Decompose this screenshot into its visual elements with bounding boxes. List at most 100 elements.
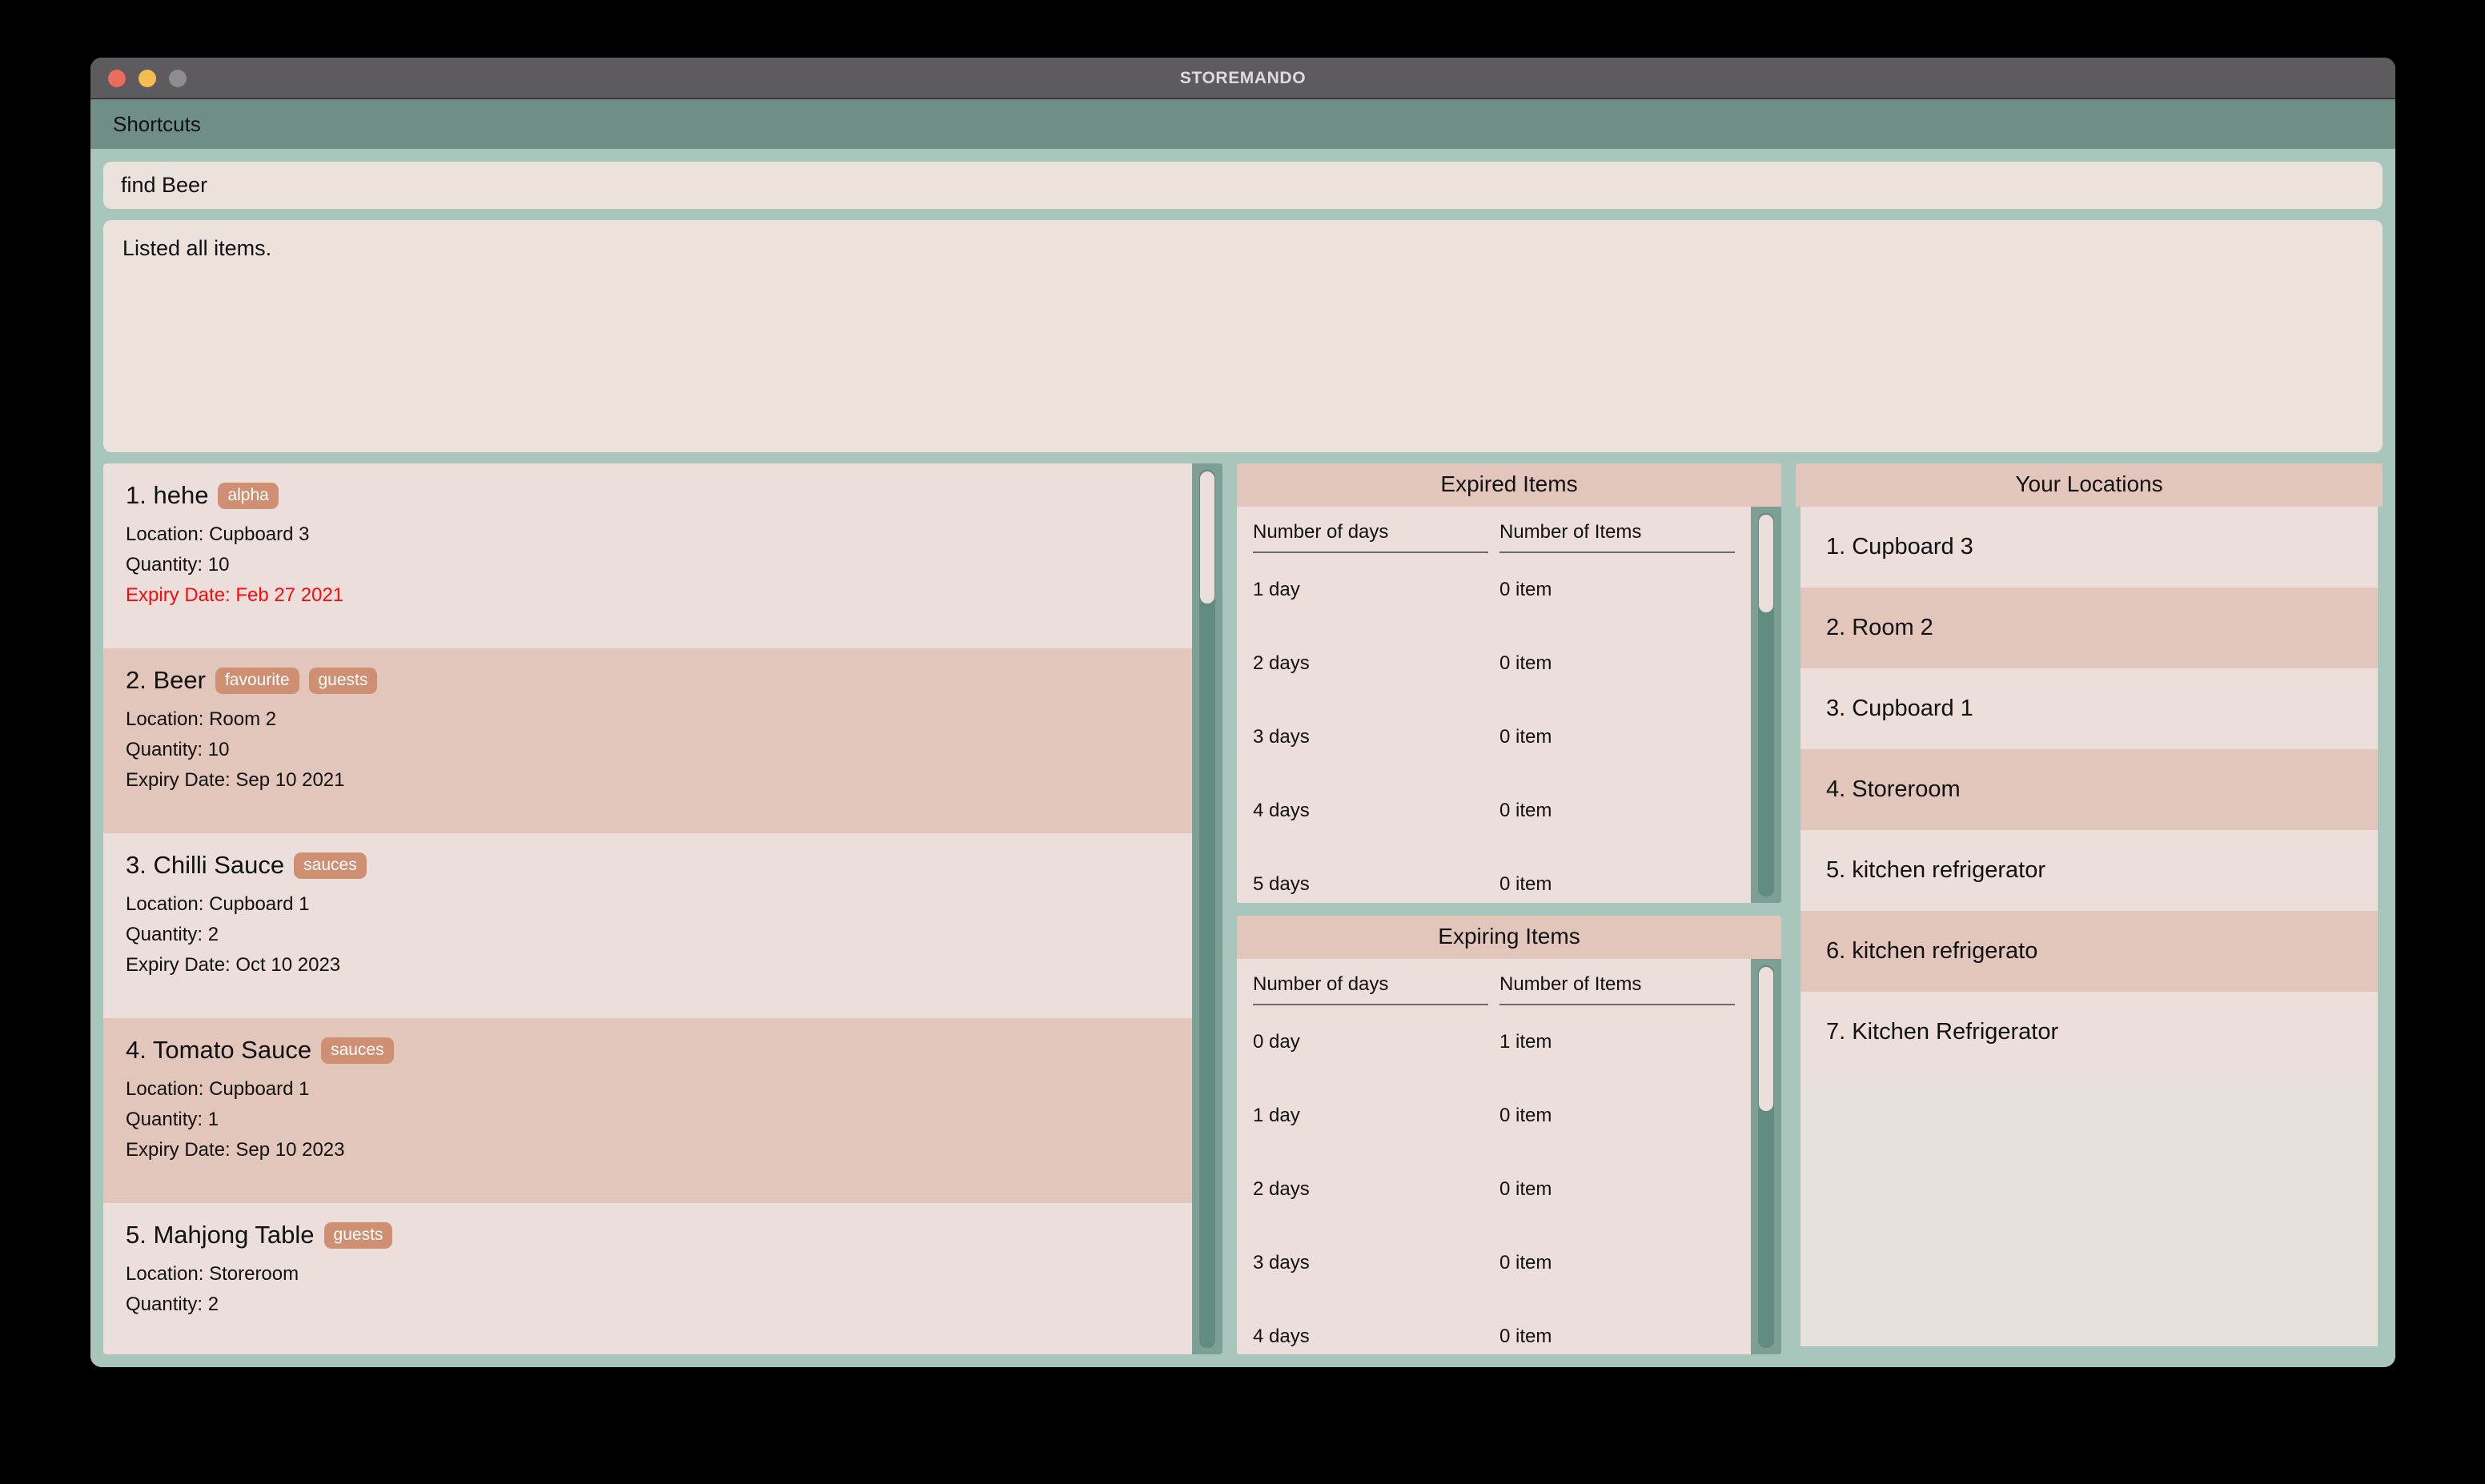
item-expiry: Expiry Date: Feb 27 2021 [126, 584, 344, 607]
scroll-track[interactable] [1199, 470, 1215, 1348]
location-row[interactable]: 5. kitchen refrigerator [1801, 830, 2378, 912]
scroll-thumb[interactable] [1759, 515, 1773, 613]
expiring-items-header-row: Number of days Number of Items [1253, 973, 1735, 1005]
panels-row: 1. hehe alpha Location: Cupboard 3 Quantity… [103, 463, 2383, 1354]
table-row: 3 days 0 item [1253, 1226, 1735, 1300]
item-card[interactable]: 3. Chilli Sauce sauces Location: Cupboard … [103, 833, 1192, 1018]
item-title-row: 3. Chilli Sauce sauces [126, 851, 1170, 880]
locations-title: Your Locations [1796, 463, 2383, 507]
item-location: Location: Room 2 [126, 708, 277, 731]
location-row[interactable]: 7. Kitchen Refrigerator [1801, 992, 2378, 1073]
cell-days: 3 days [1253, 726, 1310, 748]
expired-items-header-row: Number of days Number of Items [1253, 521, 1735, 554]
table-row: 4 days 0 item [1253, 1300, 1735, 1354]
item-location: Location: Cupboard 1 [126, 893, 310, 916]
item-tag-chip[interactable]: guests [323, 1221, 393, 1249]
expired-items-scrollbar[interactable] [1751, 507, 1781, 903]
cell-days: 4 days [1253, 800, 1310, 822]
column-header-days: Number of days [1253, 973, 1488, 1005]
result-display: Listed all items. [103, 220, 2383, 453]
cell-days: 1 day [1253, 579, 1300, 601]
expiring-items-body: Number of days Number of Items 0 day 1 it… [1237, 958, 1781, 1354]
cell-item-count: 0 item [1499, 800, 1552, 822]
expiring-items-rows: 0 day 1 item 1 day 0 item 2 days 0 item 3 days… [1253, 1005, 1735, 1354]
item-title: 3. Chilli Sauce [126, 851, 285, 880]
cell-item-count: 0 item [1499, 873, 1552, 896]
cell-item-count: 0 item [1499, 579, 1552, 601]
location-row[interactable]: 6. kitchen refrigerato [1801, 911, 2378, 993]
cell-item-count: 0 item [1499, 1251, 1552, 1273]
table-row: 0 day 1 item [1253, 1005, 1735, 1079]
window-body: Listed all items. 1. hehe alpha Location: … [90, 149, 2395, 1367]
expired-items-table: Number of days Number of Items 1 day 0 it… [1237, 507, 1751, 902]
table-row: 2 days 0 item [1253, 1153, 1735, 1226]
location-row[interactable]: 3. Cupboard 1 [1801, 668, 2378, 750]
item-card[interactable]: 4. Tomato Sauce sauces Location: Cupboard … [103, 1018, 1192, 1204]
middle-column: Expired Items Number of days Number of I… [1237, 463, 1781, 1354]
item-tag-chip[interactable]: alpha [218, 482, 279, 510]
scroll-thumb[interactable] [1759, 966, 1773, 1111]
cell-item-count: 1 item [1499, 1030, 1552, 1053]
expired-items-body: Number of days Number of Items 1 day 0 it… [1237, 507, 1781, 903]
menu-item-shortcuts[interactable]: Shortcuts [113, 112, 201, 137]
item-quantity: Quantity: 2 [126, 924, 219, 946]
cell-item-count: 0 item [1499, 726, 1552, 748]
expiring-items-scrollbar[interactable] [1751, 958, 1781, 1354]
expiring-items-panel: Expiring Items Number of days Number of … [1237, 915, 1781, 1354]
item-title: 2. Beer [126, 666, 206, 695]
table-row: 1 day 0 item [1253, 553, 1735, 627]
item-tag-chip[interactable]: sauces [294, 852, 367, 880]
item-title: 5. Mahjong Table [126, 1221, 315, 1249]
item-location: Location: Cupboard 1 [126, 1078, 310, 1101]
column-header-items: Number of Items [1499, 521, 1735, 554]
expiring-items-title: Expiring Items [1237, 915, 1781, 959]
item-tag-chip[interactable]: sauces [321, 1037, 394, 1065]
table-row: 1 day 0 item [1253, 1079, 1735, 1153]
table-row: 4 days 0 item [1253, 774, 1735, 848]
item-tag-chip[interactable]: guests [308, 667, 378, 695]
expired-items-panel: Expired Items Number of days Number of I… [1237, 463, 1781, 903]
cell-days: 4 days [1253, 1325, 1310, 1347]
item-expiry: Expiry Date: Sep 10 2023 [126, 1139, 345, 1161]
item-tag-chip[interactable]: favourite [215, 667, 299, 695]
item-expiry: Expiry Date: Oct 10 2023 [126, 954, 341, 977]
table-row: 3 days 0 item [1253, 700, 1735, 774]
cell-item-count: 0 item [1499, 1177, 1552, 1200]
item-location: Location: Cupboard 3 [126, 523, 310, 546]
item-title: 1. hehe [126, 481, 209, 510]
scroll-thumb[interactable] [1200, 471, 1214, 604]
scroll-track[interactable] [1758, 513, 1774, 896]
table-row: 2 days 0 item [1253, 627, 1735, 700]
locations-list[interactable]: 1. Cupboard 3 2. Room 2 3. Cupboard 1 4. St… [1801, 507, 2378, 1346]
scroll-track[interactable] [1758, 965, 1774, 1348]
item-list-scrollbar[interactable] [1192, 463, 1222, 1354]
item-quantity: Quantity: 2 [126, 1293, 219, 1316]
item-quantity: Quantity: 10 [126, 554, 230, 576]
expiring-items-table: Number of days Number of Items 0 day 1 it… [1237, 959, 1751, 1354]
item-list-panel: 1. hehe alpha Location: Cupboard 3 Quantity… [103, 463, 1222, 1354]
cell-item-count: 0 item [1499, 1325, 1552, 1347]
app-window: STOREMANDO Shortcuts Listed all items. 1… [90, 58, 2395, 1367]
command-input[interactable] [103, 162, 2383, 210]
expired-items-title: Expired Items [1237, 463, 1781, 507]
cell-days: 1 day [1253, 1104, 1300, 1126]
item-title-row: 4. Tomato Sauce sauces [126, 1036, 1170, 1065]
item-quantity: Quantity: 10 [126, 739, 230, 761]
cell-days: 0 day [1253, 1030, 1300, 1053]
result-text: Listed all items. [122, 236, 272, 261]
cell-days: 5 days [1253, 873, 1310, 896]
item-location: Location: Storeroom [126, 1263, 299, 1285]
location-row[interactable]: 4. Storeroom [1801, 749, 2378, 831]
column-header-days: Number of days [1253, 521, 1488, 554]
item-card[interactable]: 5. Mahjong Table guests Location: Storeroo… [103, 1203, 1192, 1354]
item-expiry: Expiry Date: Sep 10 2021 [126, 769, 345, 792]
item-card[interactable]: 2. Beer favourite guests Location: Room 2 Qu… [103, 648, 1192, 834]
item-quantity: Quantity: 1 [126, 1109, 219, 1131]
item-card[interactable]: 1. hehe alpha Location: Cupboard 3 Quantity… [103, 463, 1192, 648]
location-row[interactable]: 1. Cupboard 3 [1801, 507, 2378, 588]
cell-days: 2 days [1253, 652, 1310, 675]
item-list[interactable]: 1. hehe alpha Location: Cupboard 3 Quantity… [103, 463, 1192, 1354]
location-row[interactable]: 2. Room 2 [1801, 588, 2378, 669]
locations-panel: Your Locations 1. Cupboard 3 2. Room 2 3. … [1796, 463, 2383, 1354]
menu-bar: Shortcuts [90, 99, 2395, 149]
